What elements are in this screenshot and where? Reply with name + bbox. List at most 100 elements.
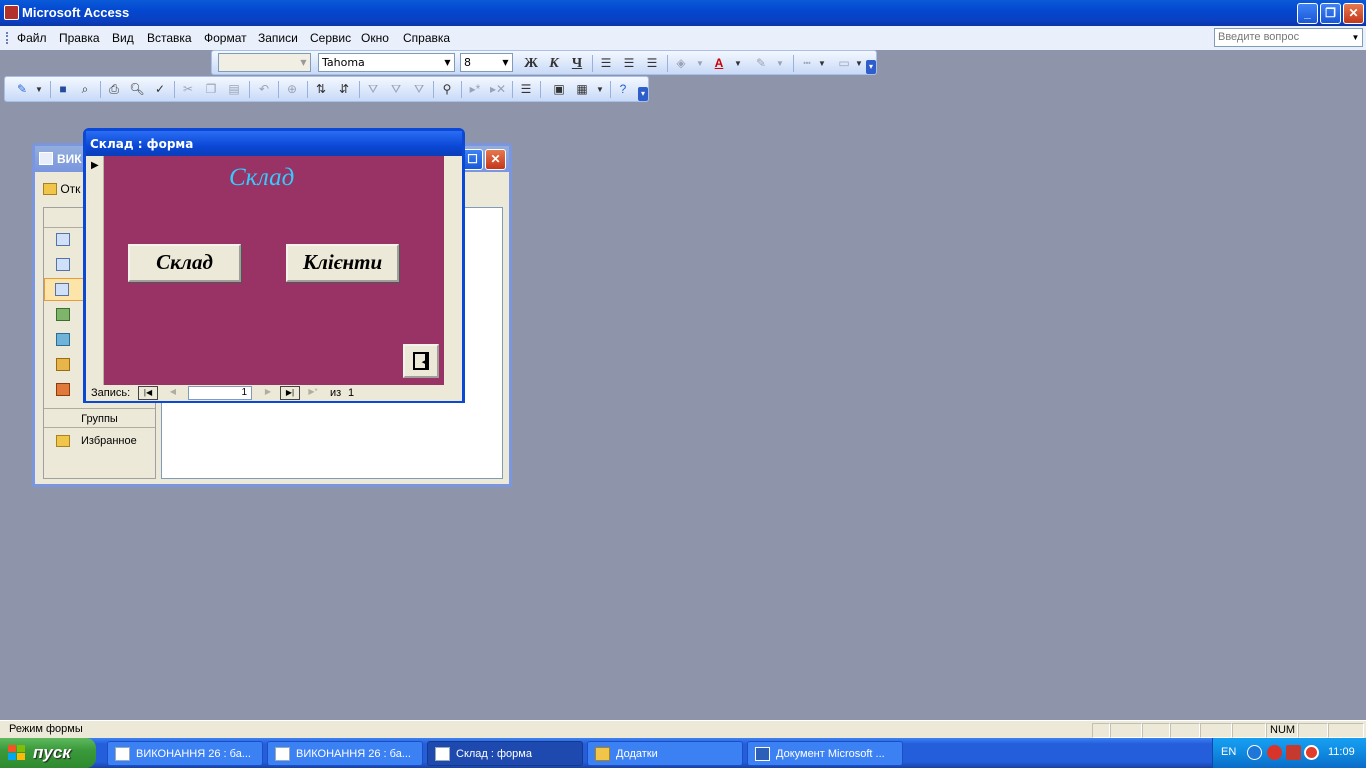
record-navigation-bar: Запись: |◀ ◀ 1 ▶ ▶| ▶* из 1 [86, 385, 462, 401]
copy-icon[interactable]: ❐ [202, 81, 220, 98]
access-db-icon [115, 747, 130, 761]
font-color-icon[interactable]: A [710, 55, 728, 72]
next-record-button[interactable]: ▶ [258, 386, 278, 400]
menu-help[interactable]: Справка [403, 31, 450, 45]
filter-by-form-icon[interactable]: ⛛ [387, 81, 405, 98]
line-color-icon[interactable]: ✎ [752, 55, 770, 72]
print-preview-icon[interactable]: 🔍︎ [128, 81, 146, 98]
menu-tools[interactable]: Сервис [310, 31, 351, 45]
spelling-icon[interactable]: ✓ [151, 81, 169, 98]
bold-button[interactable]: Ж [522, 55, 540, 72]
network-icon[interactable] [1286, 745, 1301, 760]
align-left-icon[interactable]: ☰ [597, 55, 615, 72]
font-name-combo[interactable]: Tahoma ▼ [318, 53, 455, 72]
clock[interactable]: 11:09 [1328, 746, 1355, 758]
record-number-input[interactable]: 1 [188, 386, 252, 400]
taskbar-item[interactable]: ВИКОНАННЯ 26 : ба... [107, 741, 263, 766]
font-size-combo[interactable]: 8 ▼ [460, 53, 513, 72]
menu-insert[interactable]: Вставка [147, 31, 192, 45]
menu-records[interactable]: Записи [258, 31, 298, 45]
sort-ascending-icon[interactable]: ⇅ [312, 81, 330, 98]
chevron-down-icon[interactable]: ▼ [30, 81, 48, 98]
taskbar-item[interactable]: ВИКОНАННЯ 26 : ба... [267, 741, 423, 766]
new-record-icon[interactable]: ▸* [466, 81, 484, 98]
apply-filter-icon[interactable]: ⛛ [410, 81, 428, 98]
antivirus-icon[interactable] [1304, 745, 1319, 760]
maximize-button[interactable]: ☐ [462, 149, 483, 170]
align-right-icon[interactable]: ☰ [643, 55, 661, 72]
access-app-icon[interactable] [4, 5, 19, 20]
restore-button[interactable]: ❐ [1320, 3, 1341, 24]
menu-format[interactable]: Формат [204, 31, 247, 45]
toolbar-separator [249, 81, 250, 98]
menu-view[interactable]: Вид [112, 31, 134, 45]
chevron-down-icon[interactable]: ▼ [1350, 30, 1361, 45]
first-record-button[interactable]: |◀ [138, 386, 158, 400]
save-icon[interactable]: ■ [54, 81, 72, 98]
chevron-down-icon[interactable]: ▼ [691, 55, 709, 72]
last-record-button[interactable]: ▶| [280, 386, 300, 400]
sort-descending-icon[interactable]: ⇵ [335, 81, 353, 98]
form-window-title-bar[interactable]: Склад : форма [86, 131, 462, 156]
properties-icon[interactable]: ☰ [517, 81, 535, 98]
database-window-icon[interactable]: ▣ [550, 81, 568, 98]
vertical-scrollbar[interactable] [444, 156, 462, 385]
menu-edit[interactable]: Правка [59, 31, 100, 45]
paste-icon[interactable]: ▤ [225, 81, 243, 98]
hyperlink-icon[interactable]: ⊕ [283, 81, 301, 98]
security-alert-icon[interactable] [1267, 745, 1282, 760]
chevron-down-icon[interactable]: ▼ [813, 55, 831, 72]
chevron-down-icon[interactable]: ▼ [442, 55, 453, 70]
previous-record-button[interactable]: ◀ [163, 386, 183, 400]
system-tray: EN 11:09 [1212, 738, 1366, 768]
taskbar-item[interactable]: Додатки [587, 741, 743, 766]
menu-window[interactable]: Окно [361, 31, 389, 45]
groups-header[interactable]: Группы [44, 408, 155, 428]
help-icon[interactable]: ? [614, 81, 632, 98]
menu-grip[interactable] [6, 32, 8, 44]
delete-record-icon[interactable]: ▸✕ [489, 81, 507, 98]
print-icon[interactable]: ⎙ [105, 81, 123, 98]
align-center-icon[interactable]: ☰ [620, 55, 638, 72]
record-selector[interactable]: ▶ [86, 156, 104, 385]
menu-file[interactable]: Файл [17, 31, 47, 45]
view-icon[interactable]: ✎ [13, 81, 31, 98]
underline-button[interactable]: Ч [568, 55, 586, 72]
chevron-down-icon[interactable]: ▼ [500, 55, 511, 70]
help-search-input[interactable]: Введите вопрос ▼ [1214, 28, 1363, 47]
clients-button[interactable]: Клієнти [286, 244, 399, 282]
exit-form-button[interactable]: ◂ [403, 344, 439, 378]
fill-color-icon[interactable]: ◈ [672, 55, 690, 72]
italic-button[interactable]: К [545, 55, 563, 72]
cut-icon[interactable]: ✂ [179, 81, 197, 98]
toolbar-options-icon[interactable]: ▾ [866, 60, 876, 74]
object-combo[interactable]: ▼ [218, 53, 311, 72]
toolbar-options-icon[interactable]: ▾ [638, 87, 648, 101]
new-object-icon[interactable]: ▦ [573, 81, 591, 98]
undo-icon[interactable]: ↶ [255, 81, 273, 98]
filter-by-selection-icon[interactable]: ⛛ [364, 81, 382, 98]
favorites-item[interactable]: Избранное [81, 435, 137, 447]
file-search-icon[interactable]: ⌕ [76, 81, 94, 98]
current-record-arrow-icon: ▶ [91, 160, 99, 171]
find-icon[interactable]: ⚲ [438, 81, 456, 98]
start-button[interactable]: пуск [0, 738, 96, 768]
show-hidden-icons-icon[interactable] [1247, 745, 1262, 760]
toolbar-separator [278, 81, 279, 98]
close-button[interactable]: ✕ [1343, 3, 1364, 24]
form-window[interactable]: Склад : форма ▶ Склад Склад Клієнти ◂ За… [83, 128, 465, 403]
close-button[interactable]: ✕ [485, 149, 506, 170]
taskbar-item[interactable]: Документ Microsoft ... [747, 741, 903, 766]
taskbar-item-active[interactable]: Склад : форма [427, 741, 583, 766]
open-button[interactable]: Отк [43, 182, 80, 196]
chevron-down-icon[interactable]: ▼ [729, 55, 747, 72]
language-indicator[interactable]: EN [1221, 746, 1236, 758]
chevron-down-icon[interactable]: ▼ [591, 81, 609, 98]
app-title-bar[interactable]: Microsoft Access _ ❐ ✕ [0, 0, 1366, 26]
minimize-button[interactable]: _ [1297, 3, 1318, 24]
chevron-down-icon[interactable]: ▼ [771, 55, 789, 72]
stock-button[interactable]: Склад [128, 244, 241, 282]
chevron-down-icon[interactable]: ▼ [298, 55, 309, 70]
toolbar-separator [461, 81, 462, 98]
new-record-button[interactable]: ▶* [303, 386, 323, 400]
